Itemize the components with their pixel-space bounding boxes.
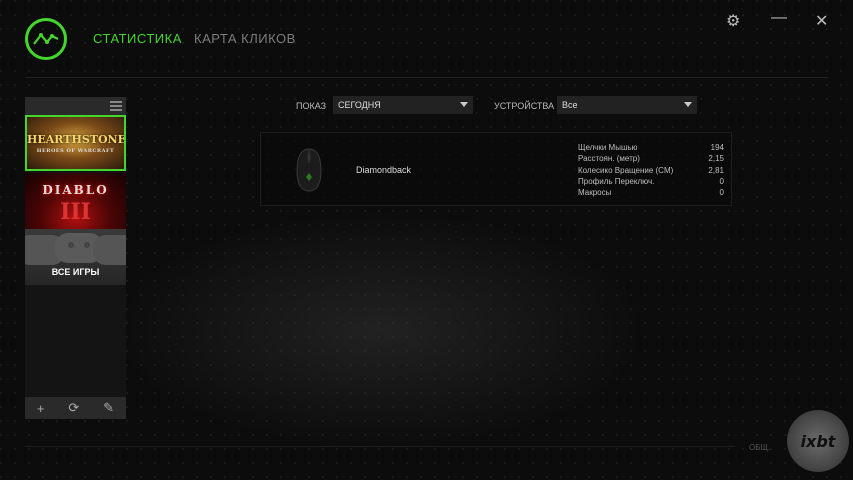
add-game-button[interactable]: +: [37, 401, 45, 416]
minimize-button[interactable]: —: [771, 9, 787, 27]
device-stats-card[interactable]: Diamondback Щелчки Мышью 194 Расстоян. (м…: [260, 132, 732, 206]
header-divider: [25, 77, 828, 78]
chevron-down-icon: [684, 102, 692, 107]
refresh-button[interactable]: ⟳: [68, 400, 79, 416]
tab-statistics[interactable]: СТАТИСТИКА: [93, 31, 182, 46]
edit-button[interactable]: ✎: [103, 400, 114, 416]
stat-row: Колесико Вращение (CM) 2,81: [578, 166, 724, 177]
device-name: Diamondback: [356, 165, 412, 175]
stat-label: Макросы: [578, 188, 612, 198]
stat-label: Щелчки Мышью: [578, 143, 638, 152]
show-period-select[interactable]: СЕГОДНЯ: [333, 96, 473, 114]
footer-divider: [25, 446, 735, 447]
device-stats-list: Щелчки Мышью 194 Расстоян. (метр) 2,15 Кол…: [578, 143, 724, 199]
devices-filter-label: УСТРОЙСТВА: [494, 101, 555, 111]
stat-value: 194: [710, 143, 724, 152]
stat-label: Колесико Вращение (CM): [578, 165, 674, 175]
app-logo: [25, 18, 67, 60]
game-tile-diablo[interactable]: DIABLO III: [25, 173, 126, 229]
settings-gear-icon[interactable]: ⚙: [726, 11, 740, 31]
stat-row: Профиль Переключ. 0: [578, 177, 724, 188]
stat-label: Расстоян. (метр): [578, 154, 640, 164]
close-button[interactable]: ✕: [815, 11, 828, 31]
show-filter-label: ПОКАЗ: [296, 101, 327, 111]
menu-icon[interactable]: [110, 101, 122, 111]
devices-select[interactable]: Все: [557, 96, 697, 114]
stat-row: Щелчки Мышью 194: [578, 143, 724, 154]
tab-click-map[interactable]: КАРТА КЛИКОВ: [194, 31, 296, 46]
diablo-logo-numeral: III: [60, 199, 91, 225]
watermark-text: ixbt: [800, 431, 836, 451]
game-tile-hearthstone[interactable]: HEARTHSTONE HEROES OF WARCRAFT: [25, 115, 126, 171]
hearthstone-logo-text: HEARTHSTONE: [27, 133, 126, 146]
games-sidebar: HEARTHSTONE HEROES OF WARCRAFT DIABLO II…: [25, 97, 126, 419]
background: [0, 0, 853, 480]
sidebar-header: [25, 97, 126, 115]
stat-value: 0: [719, 188, 724, 198]
sidebar-footer: + ⟳ ✎: [25, 397, 126, 419]
stat-row: Макросы 0: [578, 188, 724, 199]
diablo-logo-text: DIABLO: [42, 183, 109, 197]
mouse-icon: [296, 148, 322, 192]
stat-value: 0: [719, 176, 724, 186]
stat-label: Профиль Переключ.: [578, 176, 655, 186]
stat-value: 2,15: [708, 154, 724, 164]
show-period-value: СЕГОДНЯ: [338, 100, 381, 110]
stat-value: 2,81: [708, 165, 724, 175]
game-tile-all-games[interactable]: ВСЕ ИГРЫ: [25, 229, 126, 285]
all-games-label: ВСЕ ИГРЫ: [51, 267, 100, 277]
stat-row: Расстоян. (метр) 2,15: [578, 154, 724, 165]
watermark-logo: ixbt: [787, 410, 849, 472]
total-label: ОБЩ.: [749, 443, 771, 452]
devices-value: Все: [562, 100, 578, 110]
hearthstone-logo-subtitle: HEROES OF WARCRAFT: [36, 148, 115, 154]
stats-logo-icon: [33, 33, 59, 45]
chevron-down-icon: [460, 102, 468, 107]
